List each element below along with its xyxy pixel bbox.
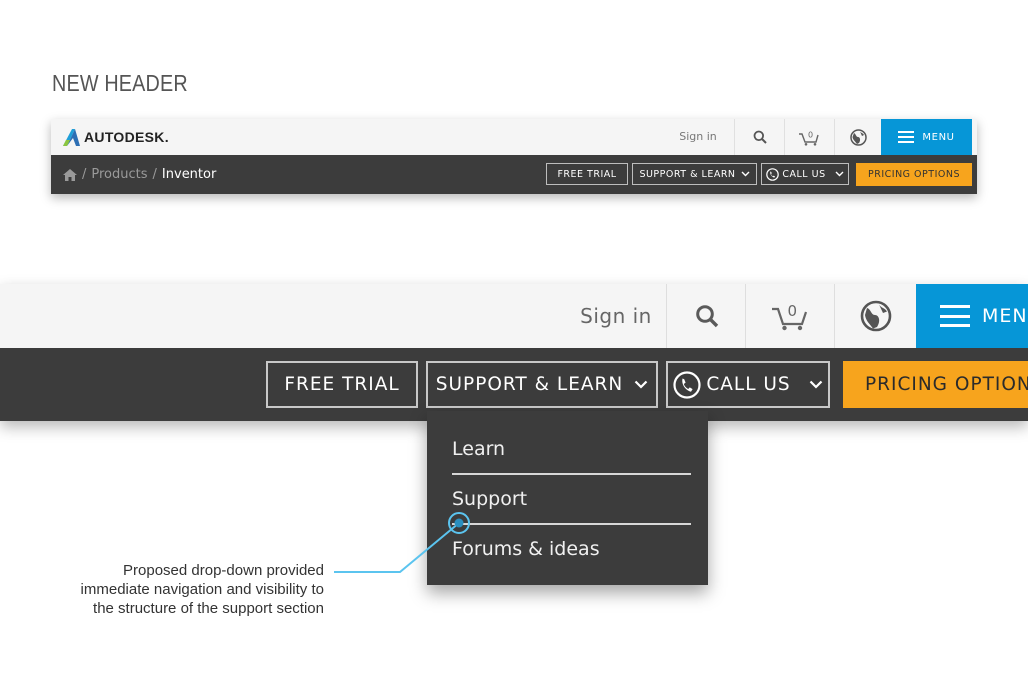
- callout-dot: [454, 518, 464, 528]
- annotation-line: the structure of the support section: [93, 600, 324, 617]
- annotation-note: Proposed drop-down provided immediate na…: [30, 561, 324, 618]
- callout-line: [334, 522, 460, 573]
- annotation-line: Proposed drop-down provided: [123, 562, 324, 579]
- annotation-line: immediate navigation and visibility to: [80, 581, 324, 598]
